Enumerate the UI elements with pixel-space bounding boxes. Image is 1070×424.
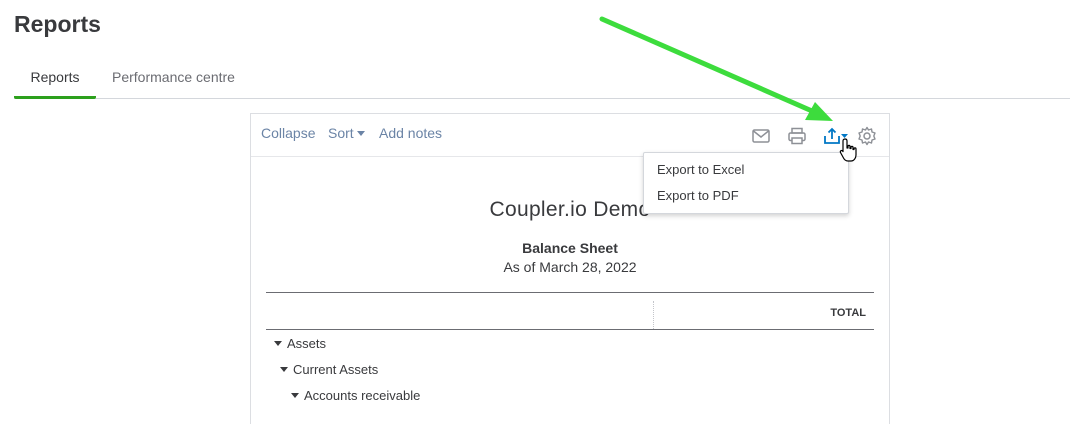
export-to-excel-item[interactable]: Export to Excel: [657, 162, 744, 177]
report-panel: Collapse Sort Add notes Export to Excel …: [250, 113, 890, 424]
hand-cursor-icon: [839, 138, 857, 162]
report-title: Balance Sheet: [522, 240, 618, 256]
add-notes-link[interactable]: Add notes: [379, 125, 442, 141]
table-row[interactable]: Assets: [274, 336, 326, 351]
caret-down-icon: [274, 341, 282, 346]
export-menu: Export to Excel Export to PDF: [643, 152, 849, 214]
table-row[interactable]: Accounts receivable: [291, 388, 420, 403]
report-toolbar: Collapse Sort Add notes: [251, 114, 889, 157]
table-header: TOTAL: [266, 292, 874, 330]
page-title: Reports: [14, 11, 101, 37]
tab-performance-centre[interactable]: Performance centre: [112, 62, 235, 96]
collapse-link[interactable]: Collapse: [261, 125, 315, 141]
chevron-down-icon: [356, 131, 365, 136]
tab-bar: Reports Performance centre: [14, 62, 1070, 99]
gear-icon[interactable]: [857, 126, 877, 146]
total-column-header: TOTAL: [830, 307, 866, 319]
table-row[interactable]: Current Assets: [280, 362, 378, 377]
caret-down-icon: [291, 393, 299, 398]
export-to-pdf-item[interactable]: Export to PDF: [657, 188, 739, 203]
print-icon[interactable]: [787, 126, 807, 146]
caret-down-icon: [280, 367, 288, 372]
sort-label: Sort: [328, 125, 354, 141]
mail-icon[interactable]: [751, 126, 771, 146]
row-label: Current Assets: [293, 362, 379, 377]
row-label: Accounts receivable: [304, 388, 421, 403]
report-date: As of March 28, 2022: [503, 259, 637, 275]
column-divider: [653, 301, 654, 329]
row-label: Assets: [287, 336, 327, 351]
tab-reports[interactable]: Reports: [14, 62, 96, 99]
sort-dropdown[interactable]: Sort: [328, 125, 365, 141]
